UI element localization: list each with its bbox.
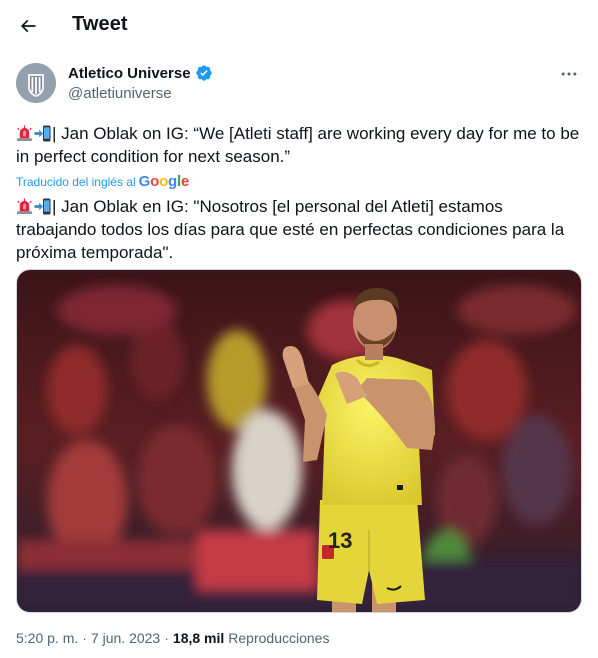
author-handle[interactable]: @atletiuniverse <box>68 85 172 102</box>
translated-text-content: | Jan Oblak en IG: "Nosotros [el persona… <box>16 197 565 262</box>
mobile-arrow-icon <box>34 198 51 215</box>
tweet-photo[interactable]: 13 <box>16 269 582 613</box>
mobile-arrow-icon <box>34 125 51 142</box>
tweet-original-text: | Jan Oblak on IG: “We [Atleti staff] ar… <box>16 122 582 168</box>
tweet-translated-text: | Jan Oblak en IG: "Nosotros [el persona… <box>16 195 582 264</box>
translation-label: Traducido del inglés al <box>16 175 136 189</box>
rotating-light-icon <box>16 198 33 215</box>
page-title: Tweet <box>72 13 128 35</box>
meta-separator: · <box>164 630 169 646</box>
author-name[interactable]: Atletico Universe <box>68 65 191 82</box>
tweet-time[interactable]: 5:20 p. m. <box>16 630 78 646</box>
tweet-date[interactable]: 7 jun. 2023 <box>91 630 160 646</box>
original-text-content: | Jan Oblak on IG: “We [Atleti staff] ar… <box>16 124 580 166</box>
jersey-number: 13 <box>328 528 352 553</box>
author-name-row: Atletico Universe <box>68 64 213 82</box>
translation-attribution[interactable]: Traducido del inglés al Google <box>16 173 189 190</box>
verified-badge-icon <box>195 65 212 81</box>
rotating-light-icon <box>16 125 33 142</box>
more-options-icon <box>561 72 577 76</box>
tweet-meta: 5:20 p. m. · 7 jun. 2023 · 18,8 mil Repr… <box>16 630 329 646</box>
avatar[interactable] <box>16 63 56 103</box>
meta-separator: · <box>82 630 87 646</box>
views-label: Reproducciones <box>228 630 330 646</box>
back-button[interactable] <box>12 10 44 42</box>
views-count: 18,8 mil <box>172 630 225 646</box>
back-arrow-icon <box>20 19 36 33</box>
more-options-button[interactable] <box>552 62 586 86</box>
google-logo: Google <box>138 173 190 190</box>
header-bar: Tweet <box>0 0 598 52</box>
